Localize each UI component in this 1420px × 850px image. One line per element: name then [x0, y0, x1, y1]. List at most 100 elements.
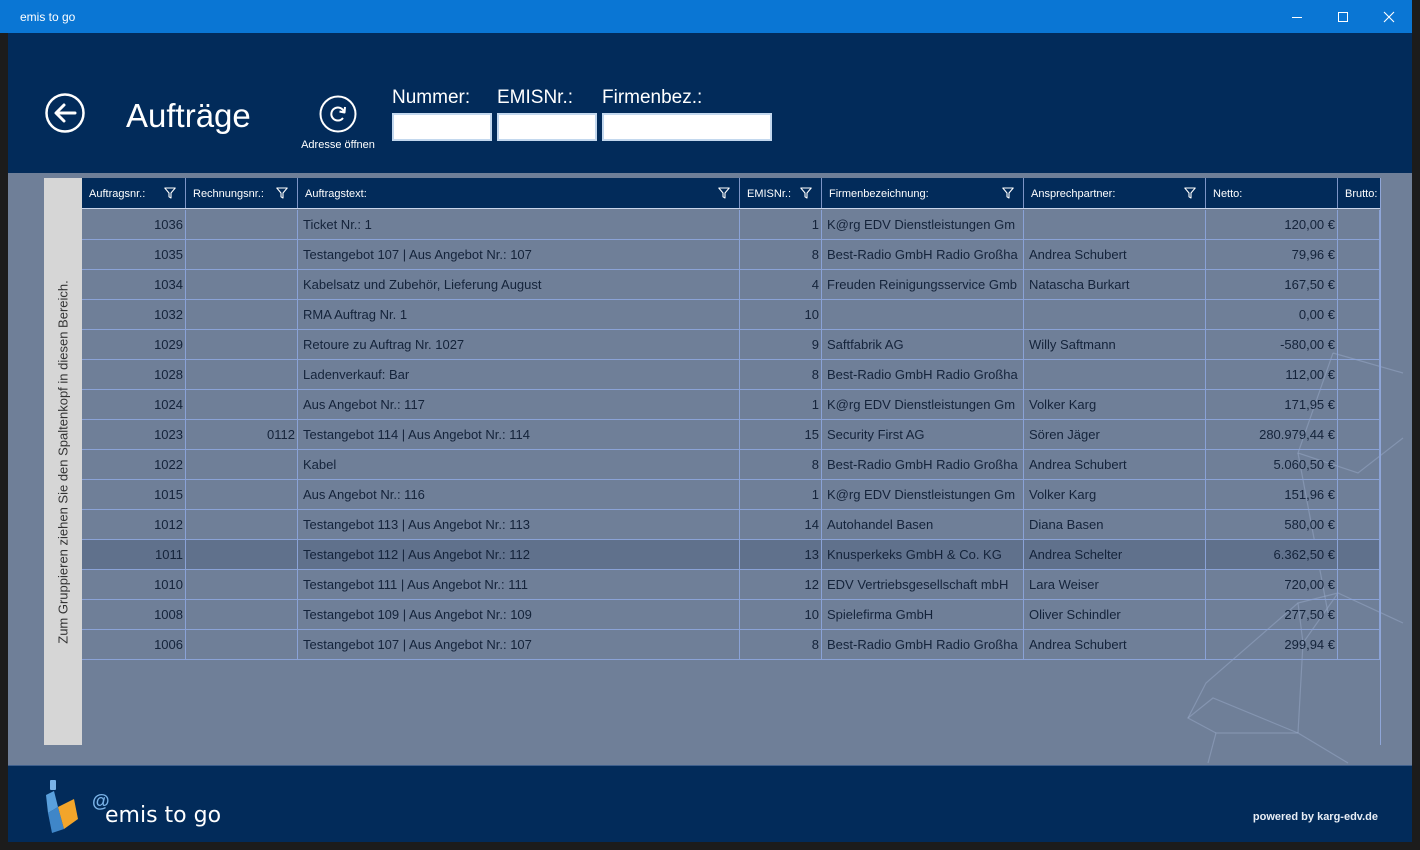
filter-funnel-icon[interactable]	[276, 187, 288, 199]
minimize-icon	[1292, 16, 1302, 18]
column-header-auftragstext[interactable]: Auftragstext:	[298, 178, 740, 208]
powered-by: powered by karg-edv.de	[1252, 811, 1378, 823]
app-window: Aufträge Adresse öffnen Nummer: EMISNr.:…	[8, 33, 1412, 842]
cell-rechnungsnr	[186, 360, 298, 390]
cell-rechnungsnr	[186, 540, 298, 570]
maximize-icon	[1338, 11, 1348, 22]
cell-ansprechpartner	[1024, 300, 1206, 330]
maximize-button[interactable]	[1320, 0, 1366, 33]
cell-auftragsnr: 1006	[82, 630, 186, 660]
cell-auftragsnr: 1036	[82, 210, 186, 240]
column-header-emisnr[interactable]: EMISNr.:	[740, 178, 822, 208]
grid-header: Auftragsnr.: Rechnungsnr.: Auftragstext:…	[82, 178, 1380, 209]
cell-auftragsnr: 1029	[82, 330, 186, 360]
cell-brutto	[1338, 420, 1380, 450]
close-button[interactable]	[1366, 0, 1412, 33]
page-header: Aufträge Adresse öffnen Nummer: EMISNr.:…	[8, 33, 1412, 173]
cell-auftragstext: Testangebot 112 | Aus Angebot Nr.: 112	[298, 540, 740, 570]
cell-brutto	[1338, 210, 1380, 240]
filter-funnel-icon[interactable]	[800, 187, 812, 199]
table-row[interactable]: 1036 Ticket Nr.: 1 1 K@rg EDV Dienstleistun…	[82, 210, 1380, 240]
cell-netto: 151,96 €	[1206, 480, 1338, 510]
table-row[interactable]: 1022 Kabel 8 Best-Radio GmbH Radio Großha An…	[82, 450, 1380, 480]
firmenbez-input[interactable]	[602, 113, 772, 141]
cell-auftragsnr: 1023	[82, 420, 186, 450]
table-row[interactable]: 1029 Retoure zu Auftrag Nr. 1027 9 Saftfabr…	[82, 330, 1380, 360]
cell-auftragsnr: 1008	[82, 600, 186, 630]
column-header-rechnungsnr[interactable]: Rechnungsnr.:	[186, 178, 298, 208]
cell-rechnungsnr	[186, 210, 298, 240]
brand-name: emis to go	[105, 803, 222, 828]
table-row[interactable]: 1012 Testangebot 113 | Aus Angebot Nr.: 1…	[82, 510, 1380, 540]
cell-netto: 120,00 €	[1206, 210, 1338, 240]
cell-ansprechpartner: Willy Saftmann	[1024, 330, 1206, 360]
open-address-button[interactable]	[319, 95, 357, 133]
column-header-ansprechpartner[interactable]: Ansprechpartner:	[1024, 178, 1206, 208]
cell-brutto	[1338, 480, 1380, 510]
column-header-netto[interactable]: Netto:	[1206, 178, 1338, 208]
cell-auftragstext: Ladenverkauf: Bar	[298, 360, 740, 390]
cell-auftragstext: Aus Angebot Nr.: 117	[298, 390, 740, 420]
table-row[interactable]: 1011 Testangebot 112 | Aus Angebot Nr.: 1…	[82, 540, 1380, 570]
filter-funnel-icon[interactable]	[164, 187, 176, 199]
cell-auftragsnr: 1022	[82, 450, 186, 480]
table-row[interactable]: 1028 Ladenverkauf: Bar 8 Best-Radio GmbH Ra…	[82, 360, 1380, 390]
cell-emisnr: 8	[740, 360, 822, 390]
footer: @ emis to go powered by karg-edv.de	[8, 765, 1412, 842]
minimize-button[interactable]	[1274, 0, 1320, 33]
cell-rechnungsnr	[186, 600, 298, 630]
table-row[interactable]: 1008 Testangebot 109 | Aus Angebot Nr.: 1…	[82, 600, 1380, 630]
table-row[interactable]: 1032 RMA Auftrag Nr. 1 10 0,00 €	[82, 300, 1380, 330]
cell-auftragstext: Testangebot 107 | Aus Angebot Nr.: 107	[298, 630, 740, 660]
cell-rechnungsnr: 0112	[186, 420, 298, 450]
cell-brutto	[1338, 240, 1380, 270]
table-row[interactable]: 1034 Kabelsatz und Zubehör, Lieferung Aug…	[82, 270, 1380, 300]
column-header-brutto[interactable]: Brutto:	[1338, 178, 1380, 208]
table-row[interactable]: 1035 Testangebot 107 | Aus Angebot Nr.: 1…	[82, 240, 1380, 270]
cell-ansprechpartner: Sören Jäger	[1024, 420, 1206, 450]
cell-netto: 280.979,44 €	[1206, 420, 1338, 450]
column-header-auftragsnr[interactable]: Auftragsnr.:	[82, 178, 186, 208]
cell-firmenbezeichnung: Best-Radio GmbH Radio Großha	[822, 630, 1024, 660]
cell-emisnr: 1	[740, 210, 822, 240]
table-row[interactable]: 1015 Aus Angebot Nr.: 116 1 K@rg EDV Dienst…	[82, 480, 1380, 510]
cell-ansprechpartner: Andrea Schubert	[1024, 240, 1206, 270]
cell-firmenbezeichnung: K@rg EDV Dienstleistungen Gm	[822, 210, 1024, 240]
cell-emisnr: 1	[740, 480, 822, 510]
footer-separator	[8, 765, 1412, 766]
nummer-input[interactable]	[392, 113, 492, 141]
emisnr-input[interactable]	[497, 113, 597, 141]
cell-emisnr: 9	[740, 330, 822, 360]
cell-brutto	[1338, 600, 1380, 630]
cell-emisnr: 8	[740, 450, 822, 480]
cell-auftragsnr: 1034	[82, 270, 186, 300]
cell-firmenbezeichnung: Autohandel Basen	[822, 510, 1024, 540]
cell-netto: 720,00 €	[1206, 570, 1338, 600]
back-button[interactable]	[45, 93, 85, 133]
cell-firmenbezeichnung: Security First AG	[822, 420, 1024, 450]
filter-funnel-icon[interactable]	[1184, 187, 1196, 199]
column-header-firmenbezeichnung[interactable]: Firmenbezeichnung:	[822, 178, 1024, 208]
cell-firmenbezeichnung: Best-Radio GmbH Radio Großha	[822, 450, 1024, 480]
cell-auftragstext: Aus Angebot Nr.: 116	[298, 480, 740, 510]
filter-label-nummer: Nummer:	[392, 87, 471, 108]
title-bar: emis to go	[0, 0, 1412, 33]
cell-brutto	[1338, 450, 1380, 480]
table-row[interactable]: 1006 Testangebot 107 | Aus Angebot Nr.: 1…	[82, 630, 1380, 660]
group-by-hint: Zum Gruppieren ziehen Sie den Spaltenkop…	[55, 279, 71, 644]
cell-auftragsnr: 1015	[82, 480, 186, 510]
column-label-auftragstext: Auftragstext:	[305, 188, 367, 200]
column-label-ansprechpartner: Ansprechpartner:	[1031, 188, 1116, 200]
group-by-panel[interactable]: Zum Gruppieren ziehen Sie den Spaltenkop…	[44, 178, 82, 745]
table-row[interactable]: 1010 Testangebot 111 | Aus Angebot Nr.: 1…	[82, 570, 1380, 600]
table-row[interactable]: 1024 Aus Angebot Nr.: 117 1 K@rg EDV Dienst…	[82, 390, 1380, 420]
table-row[interactable]: 1023 0112 Testangebot 114 | Aus Angebot Nr…	[82, 420, 1380, 450]
filter-label-firmenbez: Firmenbez.:	[602, 87, 703, 108]
cell-firmenbezeichnung: Saftfabrik AG	[822, 330, 1024, 360]
cell-auftragstext: Testangebot 113 | Aus Angebot Nr.: 113	[298, 510, 740, 540]
cell-brutto	[1338, 270, 1380, 300]
filter-funnel-icon[interactable]	[718, 187, 730, 199]
refresh-icon	[319, 95, 357, 133]
filter-funnel-icon[interactable]	[1002, 187, 1014, 199]
cell-emisnr: 15	[740, 420, 822, 450]
